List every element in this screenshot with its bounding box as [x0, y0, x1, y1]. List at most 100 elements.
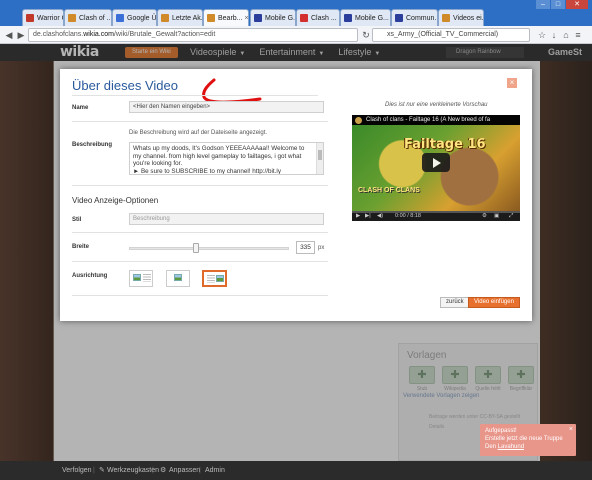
window-controls: – □ ✕ — [535, 0, 588, 9]
toast-link-line: Den Lavahund — [485, 444, 525, 450]
fullscreen-icon[interactable]: ⤢ — [509, 211, 513, 221]
name-label: Name — [72, 105, 89, 111]
favicon-icon — [161, 14, 169, 22]
close-tab-icon[interactable]: × — [243, 15, 248, 22]
tab-label: Mobile G... — [355, 14, 389, 22]
insert-video-button[interactable]: Video einfügen — [468, 297, 520, 308]
align-center-option[interactable] — [166, 270, 190, 287]
description-label: Beschreibung — [72, 142, 113, 148]
wikia-toolbar: Verfolgen | ✎ Werkzeugkasten | ⚙ Anpasse… — [0, 461, 592, 480]
divider — [72, 232, 328, 233]
dialog-title: Über dieses Video — [72, 78, 178, 93]
toolbar-admin[interactable]: Admin — [205, 461, 225, 480]
divider — [72, 121, 328, 122]
image-icon — [133, 274, 141, 281]
name-field[interactable]: <Hier den Namen eingeben> — [129, 101, 324, 113]
browser-tab[interactable]: Bearb... × — [203, 9, 249, 26]
close-icon[interactable]: × — [569, 426, 573, 434]
notification-toast[interactable]: × Aufgepasst! Erstelle jetzt die neue Tr… — [480, 424, 576, 456]
download-icon[interactable]: ↓ — [548, 29, 560, 41]
divider — [72, 95, 318, 96]
tab-label: Google Ü... — [127, 14, 157, 22]
minimize-button[interactable]: – — [536, 0, 550, 9]
tab-label: Warrior C... — [37, 14, 63, 22]
favicon-icon — [395, 14, 403, 22]
star-icon[interactable]: ☆ — [536, 29, 548, 41]
favicon-icon — [26, 14, 34, 22]
back-arrow-icon[interactable]: ◀ — [3, 29, 15, 41]
address-bar: ◀ ▶ de.clashofclans.wikia.com/wiki/Bruta… — [0, 26, 592, 44]
browser-tab-strip: Warrior C...×Clash of ...×Google Ü...×Le… — [0, 0, 592, 26]
separator: | — [199, 467, 201, 474]
toolbar-customize[interactable]: Anpassen — [169, 461, 200, 480]
tab-label: Videos ei... — [453, 14, 484, 22]
align-left-option[interactable] — [129, 270, 153, 287]
url-field[interactable]: de.clashofclans.wikia.com/wiki/Brutale_G… — [28, 28, 358, 42]
width-unit: px — [318, 245, 325, 251]
browser-tab[interactable]: Letzte Ak...× — [157, 9, 203, 26]
toast-link[interactable]: Lavahund — [498, 444, 524, 450]
browser-tab[interactable]: Commun...× — [391, 9, 438, 26]
toolbar-follow[interactable]: Verfolgen — [62, 461, 92, 480]
menu-icon[interactable]: ≡ — [572, 29, 584, 41]
divider — [72, 185, 328, 186]
browser-tab[interactable]: Videos ei...× — [438, 9, 484, 26]
align-right-option[interactable] — [202, 270, 227, 287]
video-preview[interactable]: Failtage 16 CLASH OF CLANS Clash of clan… — [352, 115, 520, 221]
next-icon[interactable]: ▶| — [365, 211, 371, 221]
wrench-icon: ✎ — [99, 467, 105, 474]
alignment-label: Ausrichtung — [72, 273, 108, 279]
forward-arrow-icon[interactable]: ▶ — [15, 29, 27, 41]
search-value: xs_Army_(Official_TV_Commercial) — [387, 31, 499, 38]
favicon-icon — [254, 14, 262, 22]
youtube-icon[interactable]: ▣ — [494, 211, 499, 221]
game-logo: CLASH OF CLANS — [358, 187, 420, 194]
toolbar-icons: ☆ ↓ ⌂ ≡ — [536, 29, 584, 41]
volume-icon[interactable]: ◀) — [377, 211, 383, 221]
settings-icon[interactable]: ⚙ — [482, 211, 487, 221]
thumbnail-banner: Failtage 16 — [404, 137, 486, 152]
width-slider-track[interactable] — [129, 247, 289, 250]
favicon-icon — [300, 14, 308, 22]
description-hint: Die Beschreibung wird auf der Dateiseite… — [129, 130, 268, 136]
url-prefix: de.clashofclans. — [33, 31, 84, 38]
favicon-icon — [116, 14, 124, 22]
text-lines-icon — [207, 275, 215, 283]
tab-label: Bearb... — [218, 14, 243, 22]
play-icon[interactable]: ▶ — [356, 211, 360, 221]
text-lines-icon — [143, 274, 151, 282]
play-button[interactable] — [422, 153, 450, 172]
divider — [72, 261, 328, 262]
maximize-button[interactable]: □ — [551, 0, 565, 9]
search-input[interactable]: xs_Army_(Official_TV_Commercial) — [372, 28, 530, 42]
tab-label: Mobile G... — [265, 14, 296, 22]
browser-tab[interactable]: Mobile G...× — [250, 9, 296, 26]
url-domain: wikia.com — [83, 31, 114, 38]
browser-tab[interactable]: Mobile G...× — [340, 9, 391, 26]
browser-tab[interactable]: Clash ...× — [296, 9, 340, 26]
style-label: Stil — [72, 217, 82, 223]
image-icon — [216, 275, 224, 282]
close-window-button[interactable]: ✕ — [566, 0, 588, 9]
toast-text: Erstelle jetzt die neue Truppe — [485, 436, 563, 442]
description-textarea[interactable]: Whats up my doods, It's Godson YEEEAAAAa… — [129, 142, 324, 175]
url-path: /wiki/Brutale_Gewalt?action=edit — [113, 31, 216, 38]
browser-tab[interactable]: Clash of ...× — [64, 9, 112, 26]
toast-title: Aufgepasst! — [485, 428, 517, 434]
video-title: Clash of clans - Failtage 16 (A New bree… — [352, 115, 520, 125]
textarea-scrollbar[interactable] — [316, 143, 323, 174]
tab-label: Commun... — [406, 14, 438, 22]
width-slider-handle[interactable] — [193, 243, 199, 253]
width-input[interactable]: 335 — [296, 241, 315, 254]
tab-label: Letzte Ak... — [172, 14, 203, 22]
gear-icon: ⚙ — [160, 467, 167, 474]
browser-tab[interactable]: Warrior C...× — [22, 9, 64, 26]
back-button[interactable]: zurück — [440, 297, 470, 308]
close-icon[interactable]: × — [507, 78, 517, 88]
width-label: Breite — [72, 244, 90, 250]
browser-tab[interactable]: Google Ü...× — [112, 9, 157, 26]
style-field: Beschreibung — [129, 213, 324, 225]
home-icon[interactable]: ⌂ — [560, 29, 572, 41]
reload-icon[interactable]: ↻ — [360, 29, 372, 41]
tab-label: Clash ... — [311, 14, 337, 22]
